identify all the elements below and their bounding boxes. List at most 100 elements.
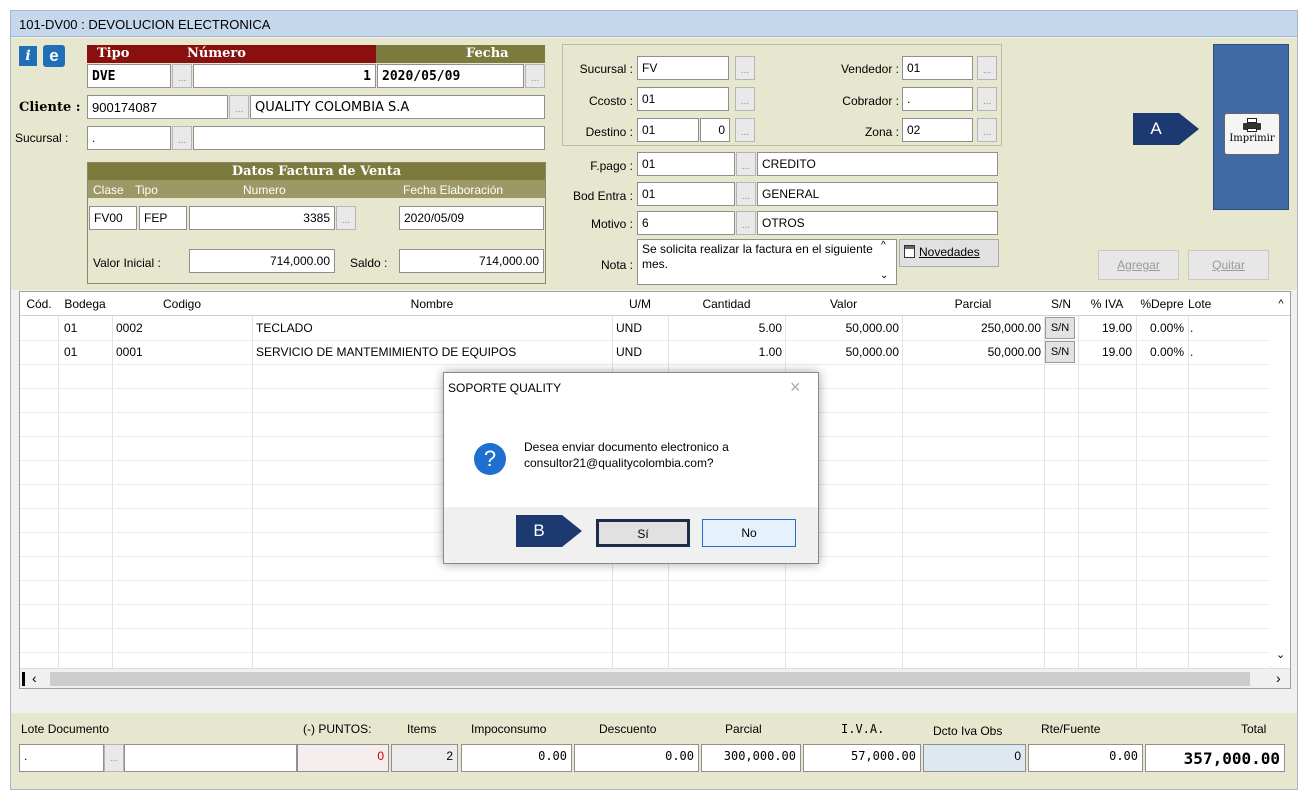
agregar-label: Agregar (1117, 258, 1160, 272)
zona-label: Zona : (864, 125, 899, 139)
col-um[interactable]: U/M (612, 292, 668, 316)
col-lote[interactable]: Lote (1188, 292, 1220, 316)
callout-b: B (516, 515, 562, 547)
nota-scroll-down-icon[interactable]: ⌄ (880, 270, 888, 281)
col-cantidad[interactable]: Cantidad (668, 292, 785, 316)
col-parcial[interactable]: Parcial (902, 292, 1044, 316)
motivo-label: Motivo : (590, 217, 633, 231)
numero-label: Número (187, 46, 246, 61)
saldo-label: Saldo : (350, 256, 388, 270)
bod-entra-lookup[interactable]: ... (736, 182, 756, 206)
zona-lookup[interactable]: ... (977, 118, 997, 142)
vendedor-field[interactable]: 01 (902, 56, 973, 80)
bod-entra-field[interactable]: 01 (637, 182, 735, 206)
destino-sub-field[interactable]: 0 (700, 118, 730, 142)
mid-sucursal-field[interactable]: FV (637, 56, 729, 80)
cliente-name-field[interactable]: QUALITY COLOMBIA S.A (250, 95, 545, 119)
lote-doc-desc-field (124, 744, 297, 772)
sucursal-name-field[interactable] (193, 126, 545, 150)
saldo-field: 714,000.00 (399, 249, 544, 273)
zona-field[interactable]: 02 (902, 118, 973, 142)
mid-sucursal-lookup[interactable]: ... (735, 56, 755, 80)
col-sn[interactable]: S/N (1044, 292, 1078, 316)
cobrador-lookup[interactable]: ... (977, 87, 997, 111)
motivo-field[interactable]: 6 (637, 211, 735, 235)
nota-textarea[interactable]: Se solicita realizar la factura en el si… (637, 239, 897, 285)
scroll-right-icon[interactable]: › (1276, 670, 1281, 686)
iva-total-field: 57,000.00 (803, 744, 921, 772)
datos-numero-lookup-button[interactable]: ... (336, 206, 356, 230)
printer-icon (1243, 118, 1261, 132)
fpago-field[interactable]: 01 (637, 152, 735, 176)
datos-fecha-label: Fecha Elaboración (403, 183, 504, 197)
grid-scroll-up-icon[interactable]: ^ (1270, 292, 1290, 316)
cell-codigo: 0002 (116, 321, 143, 335)
yes-button[interactable]: Sí (596, 519, 690, 547)
ccosto-field[interactable]: 01 (637, 87, 729, 111)
cell-codigo: 0001 (116, 345, 143, 359)
table-row[interactable]: 01 0001 SERVICIO DE MANTEMIMIENTO DE EQU… (20, 340, 1270, 364)
sucursal-label: Sucursal : (15, 131, 69, 145)
col-depre[interactable]: %Depre (1136, 292, 1188, 316)
col-cod[interactable]: Cód. (20, 292, 58, 316)
motivo-lookup[interactable]: ... (736, 211, 756, 235)
destino-lookup[interactable]: ... (735, 118, 755, 142)
datos-fecha-field[interactable]: 2020/05/09 (399, 206, 544, 230)
tipo-field[interactable]: DVE (87, 64, 171, 88)
fecha-field[interactable]: 2020/05/09 (377, 64, 524, 88)
electronic-icon[interactable]: e (43, 45, 65, 67)
destino-label: Destino : (585, 125, 633, 139)
cell-um: UND (616, 321, 642, 335)
cobrador-field[interactable]: . (902, 87, 973, 111)
parcial-total-field: 300,000.00 (701, 744, 801, 772)
grid-vertical-scrollbar[interactable] (1270, 316, 1290, 666)
mid-sucursal-label: Sucursal : (579, 62, 633, 76)
dialog-message: Desea enviar documento electronico a con… (524, 440, 729, 470)
tipo-lookup-button[interactable]: ... (172, 64, 192, 88)
iva-total-label: I.V.A. (841, 722, 885, 736)
sucursal-lookup-button[interactable]: ... (172, 126, 192, 150)
lote-doc-field[interactable]: . (19, 744, 104, 772)
table-row[interactable]: 01 0002 TECLADO UND 5.00 50,000.00 250,0… (20, 316, 1270, 340)
datos-clase-field[interactable]: FV00 (89, 206, 137, 230)
cliente-code-field[interactable]: 900174087 (87, 95, 228, 119)
info-icon[interactable]: i (19, 46, 37, 66)
col-nombre[interactable]: Nombre (252, 292, 612, 316)
sucursal-field[interactable]: . (87, 126, 171, 150)
nota-scroll-up-icon[interactable]: ^ (881, 240, 886, 251)
destino-field[interactable]: 01 (637, 118, 699, 142)
cell-parcial: 250,000.00 (980, 321, 1041, 335)
quitar-button[interactable]: Quitar (1188, 250, 1269, 280)
novedades-button[interactable]: Novedades (899, 239, 999, 267)
numero-field[interactable]: 1 (193, 64, 376, 88)
fpago-label: F.pago : (590, 159, 633, 173)
sn-button[interactable]: S/N (1045, 317, 1075, 339)
ccosto-lookup[interactable]: ... (735, 87, 755, 111)
descuento-field: 0.00 (574, 744, 699, 772)
vendedor-lookup[interactable]: ... (977, 56, 997, 80)
impoconsumo-field: 0.00 (461, 744, 572, 772)
items-field: 2 (391, 744, 458, 772)
col-iva[interactable]: % IVA (1078, 292, 1136, 316)
dialog-close-icon[interactable]: × (790, 377, 801, 398)
notepad-icon (904, 245, 915, 258)
col-valor[interactable]: Valor (785, 292, 902, 316)
imprimir-button[interactable]: Imprimir (1224, 113, 1280, 155)
fpago-lookup[interactable]: ... (736, 152, 756, 176)
parcial-total-label: Parcial (725, 722, 762, 736)
lote-doc-lookup[interactable]: ... (104, 744, 124, 772)
col-bodega[interactable]: Bodega (58, 292, 112, 316)
horizontal-scroll-thumb[interactable] (50, 672, 1250, 686)
fecha-picker-button[interactable]: ... (525, 64, 545, 88)
datos-numero-field[interactable]: 3385 (189, 206, 335, 230)
col-codigo[interactable]: Codigo (112, 292, 252, 316)
no-button[interactable]: No (702, 519, 796, 547)
sn-button[interactable]: S/N (1045, 341, 1075, 363)
agregar-button[interactable]: Agregar (1098, 250, 1179, 280)
grid-scroll-down-icon[interactable]: ⌄ (1276, 648, 1285, 661)
cliente-lookup-button[interactable]: ... (229, 95, 249, 119)
scroll-left-icon[interactable]: ‹ (32, 670, 37, 686)
cell-valor: 50,000.00 (845, 321, 899, 335)
total-label: Total (1241, 722, 1267, 736)
datos-tipo-field[interactable]: FEP (139, 206, 187, 230)
